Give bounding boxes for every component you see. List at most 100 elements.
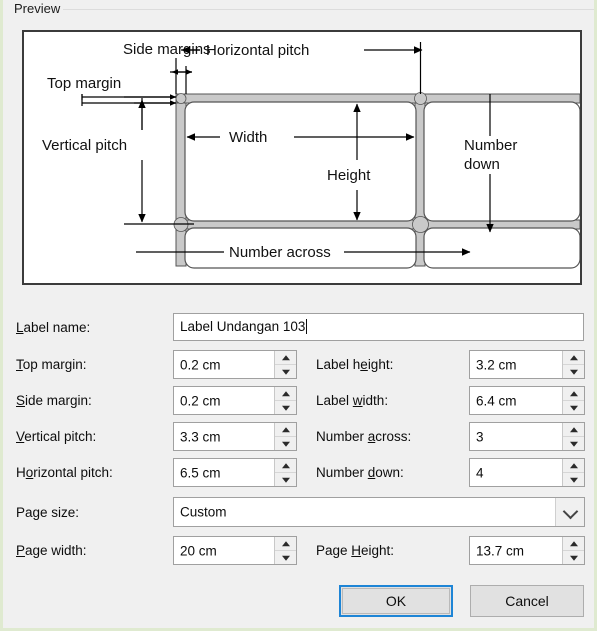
number-across-spinner[interactable]: 3	[469, 422, 585, 451]
horizontal-pitch-spin-buttons[interactable]	[274, 459, 296, 486]
number-across-spin-buttons[interactable]	[562, 423, 584, 450]
ok-button-label: OK	[385, 593, 407, 609]
preview-group-label: Preview	[11, 1, 64, 16]
side-margin-label: Side margin:	[16, 393, 92, 408]
page-width-spin-down[interactable]	[275, 551, 296, 564]
horizontal-pitch-spin-down[interactable]	[275, 473, 296, 486]
chevron-down-icon	[562, 503, 579, 520]
page-height-label: Page Height:	[316, 543, 395, 558]
number-down-value: 4	[476, 465, 484, 480]
preview-group-divider	[63, 9, 594, 10]
triangle-down-icon	[281, 405, 290, 411]
side-margin-value: 0.2 cm	[180, 393, 221, 408]
text-caret	[306, 319, 308, 334]
diagram-label-number-across: Number across	[229, 244, 331, 261]
label-height-spin-down[interactable]	[563, 365, 584, 378]
diagram-label-height: Height	[327, 167, 371, 184]
triangle-up-icon	[281, 390, 290, 396]
triangle-down-icon	[281, 441, 290, 447]
page-width-spinner[interactable]: 20 cm	[173, 536, 297, 565]
number-down-spin-up[interactable]	[563, 459, 584, 473]
triangle-up-icon	[569, 354, 578, 360]
triangle-down-icon	[569, 555, 578, 561]
triangle-down-icon	[569, 477, 578, 483]
top-margin-spinner[interactable]: 0.2 cm	[173, 350, 297, 379]
top-margin-label: Top margin:	[16, 357, 87, 372]
number-down-spinner[interactable]: 4	[469, 458, 585, 487]
triangle-down-icon	[281, 369, 290, 375]
triangle-up-icon	[281, 354, 290, 360]
triangle-up-icon	[281, 426, 290, 432]
label-width-spin-up[interactable]	[563, 387, 584, 401]
page-size-dropdown-button[interactable]	[555, 498, 584, 526]
label-width-spin-down[interactable]	[563, 401, 584, 414]
label-height-spinner[interactable]: 3.2 cm	[469, 350, 585, 379]
side-margin-spinner[interactable]: 0.2 cm	[173, 386, 297, 415]
label-height-spin-up[interactable]	[563, 351, 584, 365]
page-width-spin-buttons[interactable]	[274, 537, 296, 564]
horizontal-pitch-spinner[interactable]: 6.5 cm	[173, 458, 297, 487]
triangle-up-icon	[569, 426, 578, 432]
diagram-label-horizontal-pitch: Horizontal pitch	[206, 42, 309, 59]
diagram-label-top-margin: Top margin	[47, 75, 121, 92]
page-width-spin-up[interactable]	[275, 537, 296, 551]
page-height-spinner[interactable]: 13.7 cm	[469, 536, 585, 565]
label-height-value: 3.2 cm	[476, 357, 517, 372]
triangle-up-icon	[569, 390, 578, 396]
label-name-value: Label Undangan 103	[180, 319, 306, 334]
vertical-pitch-spin-up[interactable]	[275, 423, 296, 437]
triangle-up-icon	[569, 462, 578, 468]
vertical-pitch-spin-down[interactable]	[275, 437, 296, 450]
diagram-label-width: Width	[229, 129, 267, 146]
triangle-up-icon	[569, 540, 578, 546]
diagram-label-number-down-line1: Number	[464, 137, 517, 154]
top-margin-spin-down[interactable]	[275, 365, 296, 378]
page-height-spin-down[interactable]	[563, 551, 584, 564]
triangle-down-icon	[569, 405, 578, 411]
label-name-label: Label name:	[16, 320, 91, 335]
vertical-pitch-spinner[interactable]: 3.3 cm	[173, 422, 297, 451]
label-height-spin-buttons[interactable]	[562, 351, 584, 378]
cancel-button-label: Cancel	[505, 593, 549, 609]
page-size-value: Custom	[180, 504, 227, 520]
horizontal-pitch-spin-up[interactable]	[275, 459, 296, 473]
side-margin-spin-down[interactable]	[275, 401, 296, 414]
triangle-up-icon	[281, 540, 290, 546]
horizontal-pitch-value: 6.5 cm	[180, 465, 221, 480]
label-setup-dialog: Preview Side margins Top margin Horizont…	[0, 0, 597, 631]
label-grid	[173, 92, 580, 269]
triangle-down-icon	[569, 441, 578, 447]
label-width-label: Label width:	[316, 393, 389, 408]
page-height-spin-buttons[interactable]	[562, 537, 584, 564]
side-margin-spin-buttons[interactable]	[274, 387, 296, 414]
number-down-spin-down[interactable]	[563, 473, 584, 486]
vertical-pitch-value: 3.3 cm	[180, 429, 221, 444]
ok-button[interactable]: OK	[339, 585, 453, 617]
label-width-spin-buttons[interactable]	[562, 387, 584, 414]
horizontal-pitch-label: Horizontal pitch:	[16, 465, 113, 480]
cancel-button[interactable]: Cancel	[470, 585, 584, 617]
top-margin-spin-up[interactable]	[275, 351, 296, 365]
side-margin-spin-up[interactable]	[275, 387, 296, 401]
number-down-spin-buttons[interactable]	[562, 459, 584, 486]
top-margin-spin-buttons[interactable]	[274, 351, 296, 378]
number-across-spin-down[interactable]	[563, 437, 584, 450]
triangle-down-icon	[281, 477, 290, 483]
page-width-value: 20 cm	[180, 543, 217, 558]
number-across-value: 3	[476, 429, 484, 444]
vertical-pitch-label: Vertical pitch:	[16, 429, 97, 444]
label-height-label: Label height:	[316, 357, 394, 372]
label-name-input[interactable]: Label Undangan 103	[173, 313, 584, 341]
diagram-label-vertical-pitch: Vertical pitch	[42, 137, 127, 154]
page-height-value: 13.7 cm	[476, 543, 525, 558]
page-height-spin-up[interactable]	[563, 537, 584, 551]
page-size-combobox[interactable]: Custom	[173, 497, 585, 527]
number-across-label: Number across:	[316, 429, 412, 444]
top-margin-value: 0.2 cm	[180, 357, 221, 372]
triangle-up-icon	[281, 462, 290, 468]
page-size-label: Page size:	[16, 505, 80, 520]
number-across-spin-up[interactable]	[563, 423, 584, 437]
label-width-spinner[interactable]: 6.4 cm	[469, 386, 585, 415]
preview-diagram-box: Side margins Top margin Horizontal pitch…	[22, 30, 582, 285]
vertical-pitch-spin-buttons[interactable]	[274, 423, 296, 450]
